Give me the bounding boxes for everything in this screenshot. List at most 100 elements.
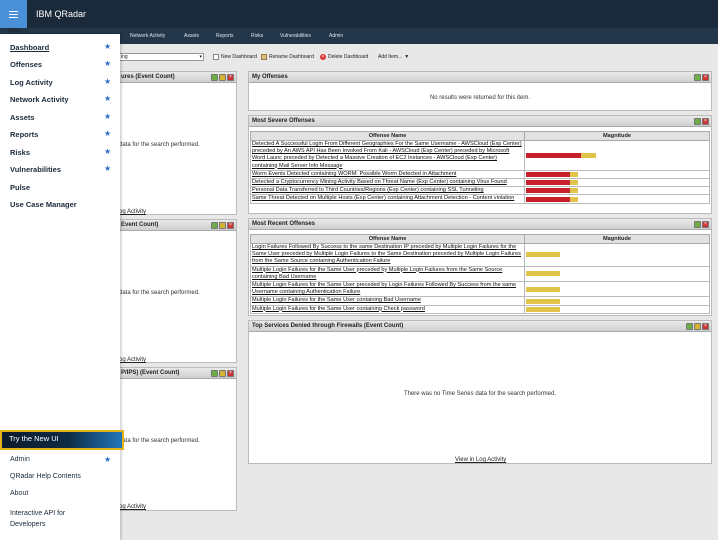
settings-icon[interactable] [219,370,226,377]
refresh-icon[interactable] [211,222,218,229]
menu-button[interactable] [0,0,27,28]
view-log-activity-link[interactable]: og Activity [119,504,146,510]
star-icon[interactable]: ★ [104,112,111,121]
star-icon[interactable]: ★ [104,164,111,173]
menu-item-use-case-manager[interactable]: Use Case Manager [10,200,77,209]
offense-name-link[interactable]: Multiple Login Failures for the Same Use… [250,296,525,306]
star-icon[interactable]: ★ [104,147,111,156]
table-row[interactable]: Same Threat Detected on Multiple Hosts (… [250,194,710,204]
menu-item-pulse[interactable]: Pulse [10,183,30,192]
close-icon[interactable]: × [702,323,709,330]
offense-name-link[interactable]: Same Threat Detected on Multiple Hosts (… [250,194,525,204]
settings-icon[interactable] [219,74,226,81]
add-item-label: Add Item... [378,54,403,60]
rename-dashboard-button[interactable]: Rename Dashboard [261,54,314,60]
navigation-menu: Dashboard ★ Offenses ★ Log Activity ★ Ne… [0,34,124,540]
close-icon[interactable]: × [227,222,234,229]
magnitude-bar-yellow [570,180,578,186]
tab-admin[interactable]: Admin [329,33,343,39]
tab-network-activity[interactable]: Network Activity [130,33,165,39]
table-row[interactable]: Multiple Login Failures for the Same Use… [250,304,710,314]
refresh-icon[interactable] [686,323,693,330]
severe-offenses-table: Offense Name Magnitude Detected A Succes… [250,131,710,204]
offense-name-link[interactable]: Multiple Login Failures for the Same Use… [250,265,525,283]
close-icon[interactable]: × [702,74,709,81]
menu-item-vulnerabilities[interactable]: Vulnerabilities [10,165,61,174]
settings-icon[interactable] [219,222,226,229]
table-row[interactable]: Multiple Login Failures for the Same Use… [250,265,710,283]
delete-icon: × [320,54,326,60]
star-icon[interactable]: ★ [104,77,111,86]
delete-dashboard-button[interactable]: × Delete Dashboard [320,54,368,60]
star-icon[interactable]: ★ [104,42,111,51]
table-row[interactable]: Detected a Cryptocurrency Mining Activit… [250,178,710,188]
menu-item-reports[interactable]: Reports [10,130,38,139]
menu-item-network-activity[interactable]: Network Activity [10,95,69,104]
try-new-ui-button[interactable]: Try the New UI [0,430,124,450]
new-document-icon [213,54,219,60]
view-log-activity-link[interactable]: View in Log Activity [455,457,506,463]
magnitude-bar-red [526,180,571,186]
new-dashboard-button[interactable]: New Dashboard [213,54,257,60]
panel-header: ures (Event Count) × [101,72,236,83]
panel-message: data for the search performed. [119,290,200,296]
offense-name-link[interactable]: Detected A Successful Login From Differe… [250,140,525,171]
offense-name-link[interactable]: Multiple Login Failures for the Same Use… [250,304,525,314]
recent-offenses-table: Offense Name Magnitude Login Failures Fo… [250,234,710,314]
star-icon[interactable]: ★ [104,59,111,68]
offense-name-link[interactable]: Multiple Login Failures for the Same Use… [250,281,525,298]
tab-reports[interactable]: Reports [216,33,234,39]
column-header-magnitude[interactable]: Magnitude [524,131,710,141]
refresh-icon[interactable] [211,370,218,377]
star-icon[interactable]: ★ [104,455,111,464]
view-log-activity-link[interactable]: og Activity [119,209,146,215]
magnitude-bar [526,180,596,186]
tab-assets[interactable]: Assets [184,33,199,39]
offense-name-link[interactable]: Worm Events Detected containing WORM: Po… [250,169,525,180]
star-icon[interactable]: ★ [104,94,111,103]
panel-title: My Offenses [252,74,288,80]
help-contents-link[interactable]: QRadar Help Contents [10,473,81,480]
tab-risks[interactable]: Risks [251,33,263,39]
top-header: IBM QRadar [0,0,718,28]
magnitude-bar-yellow [526,298,560,304]
view-log-activity-link[interactable]: og Activity [119,357,146,363]
dashboard-select-value: ing [121,54,128,60]
my-offenses-panel: My Offenses × No results were returned f… [248,71,712,111]
settings-icon[interactable] [694,323,701,330]
close-icon[interactable]: × [702,118,709,125]
table-row[interactable]: Login Failures Followed By Success to th… [250,243,710,267]
refresh-icon[interactable] [694,74,701,81]
about-link[interactable]: About [10,490,28,497]
menu-item-offenses[interactable]: Offenses [10,60,42,69]
table-row[interactable]: Personal Data Transferred to Third Count… [250,186,710,196]
offense-name-link[interactable]: Login Failures Followed By Success to th… [250,243,525,267]
panel-title: ures (Event Count) [121,74,175,80]
column-header-offense-name[interactable]: Offense Name [250,234,525,244]
close-icon[interactable]: × [227,74,234,81]
interactive-api-link[interactable]: Interactive API for Developers [10,508,90,530]
column-header-offense-name[interactable]: Offense Name [250,131,525,141]
menu-item-admin[interactable]: Admin [10,456,30,463]
menu-item-risks[interactable]: Risks [10,148,30,157]
refresh-icon[interactable] [694,221,701,228]
close-icon[interactable]: × [227,370,234,377]
refresh-icon[interactable] [211,74,218,81]
menu-item-assets[interactable]: Assets [10,113,35,122]
menu-item-log-activity[interactable]: Log Activity [10,78,53,87]
refresh-icon[interactable] [694,118,701,125]
table-row[interactable]: Multiple Login Failures for the Same Use… [250,296,710,306]
table-row[interactable]: Detected A Successful Login From Differe… [250,140,710,171]
table-row[interactable]: Multiple Login Failures for the Same Use… [250,281,710,298]
table-row[interactable]: Worm Events Detected containing WORM: Po… [250,169,710,180]
offense-name-link[interactable]: Personal Data Transferred to Third Count… [250,186,525,196]
column-header-magnitude[interactable]: Magnitude [524,234,710,244]
add-item-button[interactable]: Add Item... ▼ [378,54,409,60]
menu-item-dashboard[interactable]: Dashboard [10,43,49,52]
tab-vulnerabilities[interactable]: Vulnerabilities [280,33,311,39]
close-icon[interactable]: × [702,221,709,228]
star-icon[interactable]: ★ [104,129,111,138]
magnitude-bar-yellow [570,196,578,202]
try-new-ui-label: Try the New UI [2,432,122,448]
offense-name-link[interactable]: Detected a Cryptocurrency Mining Activit… [250,178,525,188]
